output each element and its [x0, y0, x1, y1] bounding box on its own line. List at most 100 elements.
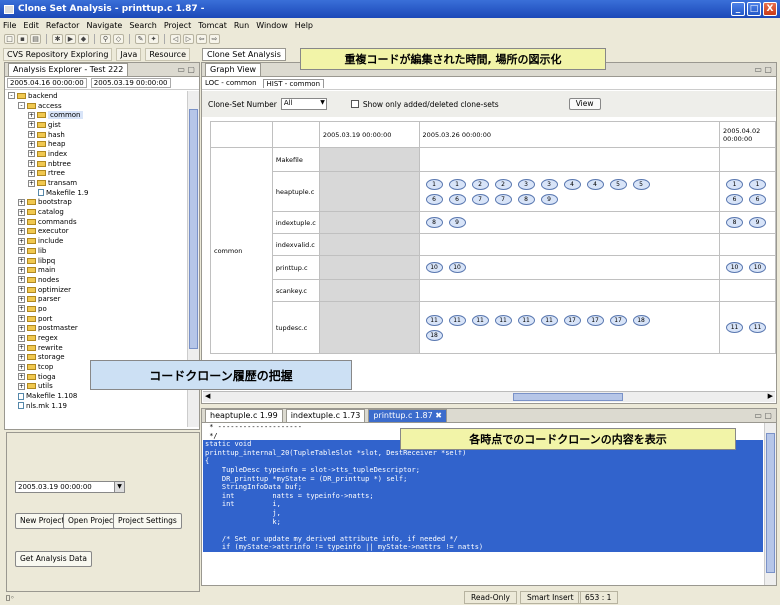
code-line[interactable]: /* Set or update my derived attribute in… — [203, 534, 763, 544]
clone-set-node[interactable]: 11 — [448, 314, 466, 326]
tree-item[interactable]: + hash — [5, 130, 191, 140]
menu-file[interactable]: File — [3, 21, 16, 30]
back-icon[interactable]: ◁ — [170, 34, 181, 44]
tree-item[interactable]: + po — [5, 304, 191, 314]
menu-run[interactable]: Run — [234, 21, 249, 30]
expand-icon[interactable]: + — [18, 373, 25, 381]
clone-set-node[interactable]: 3 — [540, 178, 558, 190]
tree-item[interactable]: - access — [5, 101, 191, 111]
print-icon[interactable]: ▤ — [30, 34, 41, 44]
expand-icon[interactable]: + — [18, 324, 25, 332]
tree-item[interactable]: + commands — [5, 217, 191, 227]
clone-set-node[interactable]: 8 — [425, 217, 443, 228]
code-line[interactable]: StringInfoData buf; — [203, 483, 763, 492]
explorer-date-to[interactable]: 2005.03.19 00:00:00 — [90, 78, 171, 88]
expand-icon[interactable]: + — [18, 334, 25, 342]
debug-icon[interactable]: ✱ — [52, 34, 63, 44]
code-line[interactable]: k; — [203, 517, 763, 527]
expand-icon[interactable]: + — [18, 315, 25, 323]
clone-set-node[interactable]: 1 — [749, 178, 767, 190]
expand-icon[interactable]: + — [28, 111, 35, 119]
clone-set-node[interactable]: 10 — [448, 262, 466, 273]
clone-set-node[interactable]: 8 — [726, 217, 744, 228]
tree-item[interactable]: + rewrite — [5, 343, 191, 353]
expand-icon[interactable]: + — [28, 150, 35, 158]
tree-item[interactable]: + nodes — [5, 275, 191, 285]
expand-icon[interactable]: + — [28, 160, 35, 168]
expand-icon[interactable]: + — [28, 131, 35, 139]
clone-set-node[interactable]: 18 — [425, 329, 443, 341]
expand-icon[interactable]: + — [28, 179, 35, 187]
clone-set-node[interactable]: 11 — [517, 314, 535, 326]
code-line[interactable] — [203, 526, 763, 535]
clone-set-node[interactable]: 7 — [471, 193, 489, 205]
tab-printtup[interactable]: printtup.c 1.87 ✖ — [368, 409, 447, 422]
tree-item[interactable]: + libpq — [5, 256, 191, 266]
tree-item[interactable]: + common — [5, 110, 191, 120]
tree-item[interactable]: + transam — [5, 178, 191, 188]
collapse-icon[interactable]: - — [8, 92, 15, 100]
clone-set-node[interactable]: 9 — [448, 217, 466, 228]
menu-window[interactable]: Window — [256, 21, 288, 30]
menu-edit[interactable]: Edit — [23, 21, 39, 30]
tab-clone-set-analysis[interactable]: Clone Set Analysis — [202, 48, 286, 61]
subtab-hist[interactable]: HIST - common — [262, 78, 325, 88]
clone-set-node[interactable]: 5 — [632, 178, 650, 190]
search-icon[interactable]: ⚲ — [100, 34, 111, 44]
tree-item[interactable]: + parser — [5, 294, 191, 304]
code-line[interactable]: printtup_internal_20(TupleTableSlot *slo… — [203, 448, 763, 458]
chevron-down-icon[interactable]: ▼ — [320, 99, 325, 106]
expand-icon[interactable]: + — [18, 276, 25, 284]
menu-navigate[interactable]: Navigate — [86, 21, 122, 30]
scroll-left-icon[interactable]: ◀ — [205, 392, 210, 400]
tree-item[interactable]: + index — [5, 149, 191, 159]
tree-item[interactable]: + optimizer — [5, 285, 191, 295]
tab-graph-view[interactable]: Graph View — [205, 63, 262, 76]
expand-icon[interactable]: + — [18, 305, 25, 313]
clone-set-node[interactable]: 2 — [494, 178, 512, 190]
clone-set-node[interactable]: 17 — [563, 314, 581, 326]
clone-set-node[interactable]: 9 — [540, 193, 558, 205]
view-button[interactable]: View — [568, 98, 601, 110]
nav-forward-icon[interactable]: ⇨ — [209, 34, 220, 44]
chevron-down-icon[interactable]: ▼ — [114, 482, 124, 492]
expand-icon[interactable]: + — [18, 363, 25, 371]
clone-set-node[interactable]: 11 — [726, 322, 744, 333]
expand-icon[interactable]: + — [18, 382, 25, 390]
tree-item[interactable]: + bootstrap — [5, 198, 191, 208]
minimize-button[interactable]: _ — [731, 2, 745, 16]
view-menu-icon[interactable]: ▭ ▢ — [177, 65, 195, 74]
forward-icon[interactable]: ▷ — [183, 34, 194, 44]
expand-icon[interactable]: + — [18, 344, 25, 352]
scroll-thumb[interactable] — [513, 393, 623, 401]
project-tree[interactable]: - backend - access + common + gist + hash + heap + in… — [5, 91, 191, 483]
expand-icon[interactable]: + — [28, 140, 35, 148]
clone-set-node[interactable]: 18 — [632, 314, 650, 326]
explorer-date-from[interactable]: 2005.04.16 00:00:00 — [7, 78, 87, 88]
expand-icon[interactable]: + — [18, 198, 25, 206]
clone-set-node[interactable]: 10 — [749, 262, 767, 273]
expand-icon[interactable]: + — [18, 227, 25, 235]
perspective-cvs[interactable]: CVS Repository Exploring — [3, 48, 113, 61]
clone-set-node[interactable]: 17 — [609, 314, 627, 326]
clone-set-node[interactable]: 6 — [425, 193, 443, 205]
scroll-right-icon[interactable]: ▶ — [768, 392, 773, 400]
tree-item[interactable]: + postmaster — [5, 324, 191, 334]
menu-refactor[interactable]: Refactor — [46, 21, 80, 30]
view-menu-icon[interactable]: ▭ ▢ — [754, 65, 772, 74]
tree-item[interactable]: + lib — [5, 246, 191, 256]
expand-icon[interactable]: + — [18, 266, 25, 274]
clone-set-node[interactable]: 11 — [494, 314, 512, 326]
clone-set-node[interactable]: 3 — [517, 178, 535, 190]
clone-set-node[interactable]: 17 — [586, 314, 604, 326]
tree-item[interactable]: + main — [5, 265, 191, 275]
menu-search[interactable]: Search — [129, 21, 156, 30]
tree-item[interactable]: + regex — [5, 333, 191, 343]
tree-item[interactable]: + heap — [5, 139, 191, 149]
expand-icon[interactable]: + — [18, 218, 25, 226]
tree-item[interactable]: + port — [5, 314, 191, 324]
clone-set-node[interactable]: 2 — [471, 178, 489, 190]
tab-heaptuple[interactable]: heaptuple.c 1.99 — [205, 409, 283, 422]
clone-set-node[interactable]: 4 — [563, 178, 581, 190]
close-icon[interactable]: ✖ — [435, 411, 442, 420]
